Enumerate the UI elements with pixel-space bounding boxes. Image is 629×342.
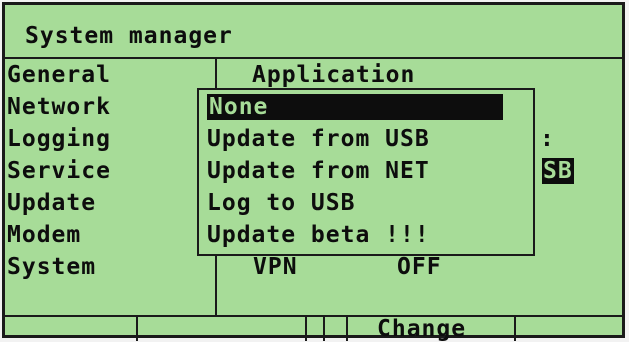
- softkey-bar-divider: [5, 315, 622, 317]
- softkey-separator: [136, 315, 138, 341]
- sidebar-item-modem[interactable]: Modem: [7, 222, 81, 248]
- softkey-separator: [305, 315, 307, 341]
- sidebar-item-general[interactable]: General: [7, 62, 111, 88]
- panel-title: Application: [252, 62, 416, 88]
- update-options-popup: None Update from USB Update from NET Log…: [197, 88, 535, 256]
- header-divider: [5, 57, 622, 59]
- menu-item-update-from-usb[interactable]: Update from USB: [207, 126, 430, 152]
- softkey-separator: [346, 315, 348, 341]
- softkey-separator: [323, 315, 325, 341]
- change-softkey[interactable]: Change: [377, 316, 466, 342]
- softkey-separator: [514, 315, 516, 341]
- sidebar-item-system[interactable]: System: [7, 254, 96, 280]
- vpn-label: VPN: [253, 254, 298, 280]
- highlighted-value: SB: [542, 158, 574, 184]
- vpn-value[interactable]: OFF: [397, 254, 442, 280]
- window-title: System manager: [25, 23, 233, 49]
- sidebar-item-update[interactable]: Update: [7, 190, 96, 216]
- panel-value-highlight[interactable]: SB: [542, 158, 574, 184]
- menu-item-update-beta[interactable]: Update beta !!!: [207, 222, 430, 248]
- menu-item-none[interactable]: None: [207, 94, 503, 120]
- panel-colon: :: [540, 126, 555, 152]
- sidebar-item-network[interactable]: Network: [7, 94, 111, 120]
- sidebar-item-service[interactable]: Service: [7, 158, 111, 184]
- menu-item-log-to-usb[interactable]: Log to USB: [207, 190, 355, 216]
- sidebar-item-logging[interactable]: Logging: [7, 126, 111, 152]
- lcd-screen: System manager General Network Logging S…: [2, 2, 625, 342]
- menu-item-update-from-net[interactable]: Update from NET: [207, 158, 430, 184]
